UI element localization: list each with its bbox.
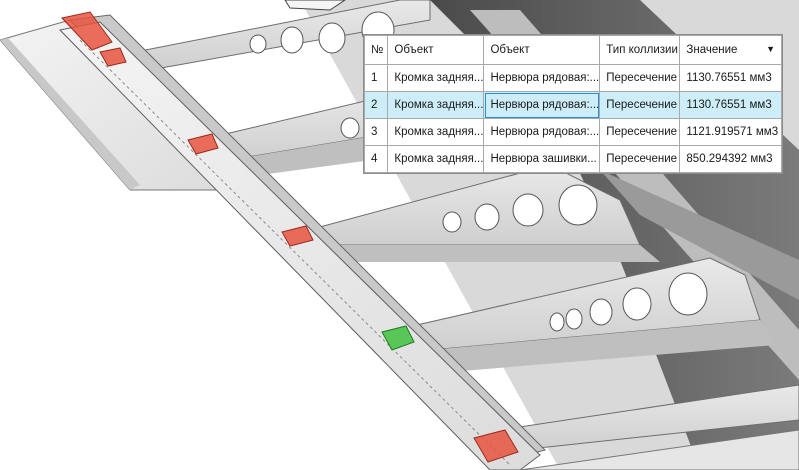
column-header-value-label: Значение xyxy=(686,44,738,56)
cell-object-2: Нервюра рядовая:... xyxy=(483,118,601,146)
cell-number: 4 xyxy=(363,145,389,173)
column-header-collision-type[interactable]: Тип коллизии xyxy=(599,35,681,65)
cell-object-1: Кромка задняя... xyxy=(387,118,485,146)
cell-object-1: Кромка задняя... xyxy=(387,64,485,92)
cell-object-1: Кромка задняя... xyxy=(387,145,485,173)
table-row-selected[interactable]: 2 Кромка задняя... Нервюра рядовая:... П… xyxy=(363,91,782,119)
cell-object-1: Кромка задняя... xyxy=(387,91,485,119)
cell-value: 1121.919571 мм3 xyxy=(679,118,782,146)
table-row[interactable]: 1 Кромка задняя... Нервюра рядовая:... П… xyxy=(363,64,782,92)
collision-results-table[interactable]: № Объект Объект Тип коллизии Значение ▼ 1… xyxy=(363,35,782,173)
cell-collision-type: Пересечение xyxy=(599,145,681,173)
cell-number: 3 xyxy=(363,118,389,146)
cell-number: 2 xyxy=(363,91,389,119)
table-row[interactable]: 4 Кромка задняя... Нервюра зашивки... Пе… xyxy=(363,145,782,173)
cell-number: 1 xyxy=(363,64,389,92)
cell-value: 1130.76551 мм3 xyxy=(679,64,782,92)
cell-collision-type: Пересечение xyxy=(599,64,681,92)
cell-value: 1130.76551 мм3 xyxy=(679,91,782,119)
column-header-number[interactable]: № xyxy=(363,35,389,65)
column-header-object-1[interactable]: Объект xyxy=(387,35,485,65)
cell-object-2: Нервюра рядовая:... xyxy=(483,64,601,92)
cell-collision-type: Пересечение xyxy=(599,91,681,119)
column-header-object-2[interactable]: Объект xyxy=(483,35,601,65)
table-row[interactable]: 3 Кромка задняя... Нервюра рядовая:... П… xyxy=(363,118,782,146)
cell-object-2: Нервюра зашивки... xyxy=(483,145,601,173)
table-header-row: № Объект Объект Тип коллизии Значение ▼ xyxy=(363,35,782,65)
cell-collision-type: Пересечение xyxy=(599,118,681,146)
sort-desc-icon[interactable]: ▼ xyxy=(766,44,775,54)
cell-value: 850.294392 мм3 xyxy=(679,145,782,173)
cell-object-2: Нервюра рядовая:... xyxy=(483,91,601,119)
column-header-value[interactable]: Значение ▼ xyxy=(679,35,782,65)
